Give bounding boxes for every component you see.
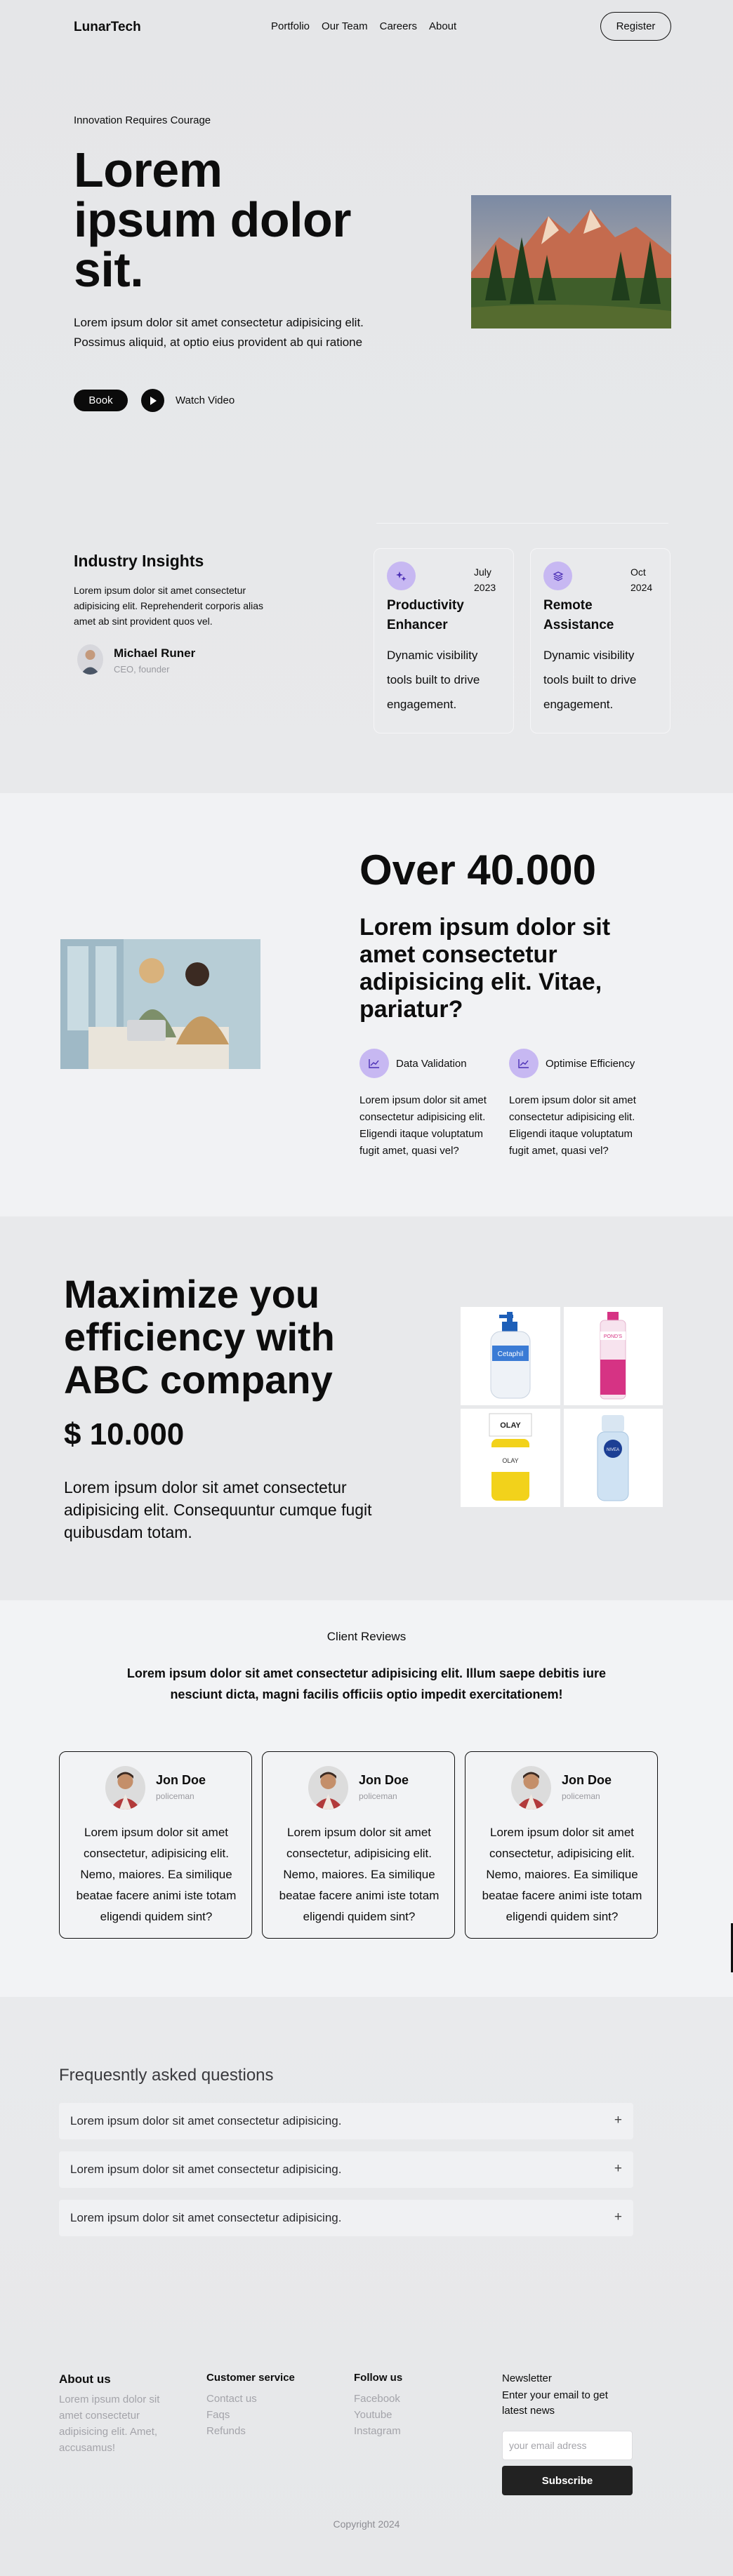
reviewer-role: policeman bbox=[156, 1791, 194, 1801]
nav-item-about[interactable]: About bbox=[429, 20, 456, 32]
hero-title: Lorem ipsum dolor sit. bbox=[74, 142, 352, 297]
insight-card-remote[interactable]: Oct 2024 Remote Assistance Dynamic visib… bbox=[530, 548, 671, 733]
avatar bbox=[511, 1766, 551, 1810]
faq-question: Lorem ipsum dolor sit amet consectetur a… bbox=[70, 2211, 342, 2224]
reviewer-name: Jon Doe bbox=[562, 1773, 612, 1787]
review-card: Jon Doe policeman Lorem ipsum dolor sit … bbox=[262, 1751, 455, 1939]
feature-label: Data Validation bbox=[396, 1057, 467, 1070]
svg-text:POND'S: POND'S bbox=[604, 1334, 623, 1339]
play-video-button[interactable] bbox=[141, 389, 164, 412]
avatar bbox=[77, 644, 103, 675]
faq-item[interactable]: Lorem ipsum dolor sit amet consectetur a… bbox=[59, 2200, 633, 2236]
team-photo-image bbox=[60, 939, 260, 1069]
footer-about-title: About us bbox=[59, 2372, 111, 2386]
stats-number: Over 40.000 bbox=[359, 847, 596, 894]
svg-text:Cetaphil: Cetaphil bbox=[497, 1350, 523, 1358]
main-nav: Portfolio Our Team Careers About bbox=[271, 20, 456, 32]
nav-item-our-team[interactable]: Our Team bbox=[322, 20, 368, 32]
product-title: Maximize you efficiency with ABC company bbox=[64, 1272, 335, 1402]
card-title: Productivity Enhancer bbox=[387, 598, 464, 632]
layers-icon bbox=[543, 562, 572, 590]
feature-data-validation: Data Validation bbox=[359, 1049, 467, 1078]
review-card: Jon Doe policeman Lorem ipsum dolor sit … bbox=[465, 1751, 658, 1939]
plus-icon[interactable]: + bbox=[614, 2210, 622, 2225]
review-card: Jon Doe policeman Lorem ipsum dolor sit … bbox=[59, 1751, 252, 1939]
review-text: Lorem ipsum dolor sit amet consectetur, … bbox=[482, 1826, 642, 1923]
logo[interactable]: LunarTech bbox=[74, 20, 141, 35]
watch-video-link[interactable]: Watch Video bbox=[176, 394, 235, 406]
register-button[interactable]: Register bbox=[600, 12, 671, 41]
chart-line-icon bbox=[509, 1049, 539, 1078]
avatar bbox=[105, 1766, 145, 1810]
feature-description: Lorem ipsum dolor sit amet consectetur a… bbox=[509, 1094, 636, 1157]
copyright: Copyright 2024 bbox=[333, 2518, 400, 2530]
svg-text:OLAY: OLAY bbox=[502, 1457, 518, 1464]
hero-tagline: Innovation Requires Courage bbox=[74, 114, 211, 126]
reviewer-name: Jon Doe bbox=[156, 1773, 206, 1787]
newsletter-title: Newsletter bbox=[502, 2372, 552, 2384]
feature-label: Optimise Efficiency bbox=[546, 1057, 635, 1070]
footer-about-text: Lorem ipsum dolor sit amet consectetur a… bbox=[59, 2394, 160, 2454]
product-image-grid: Cetaphil POND'S OLAY OLAY NIVEA bbox=[461, 1307, 663, 1507]
feature-description: Lorem ipsum dolor sit amet consectetur a… bbox=[359, 1094, 487, 1157]
plus-icon[interactable]: + bbox=[614, 2113, 622, 2128]
footer-follow-title: Follow us bbox=[354, 2372, 403, 2384]
faq-question: Lorem ipsum dolor sit amet consectetur a… bbox=[70, 2163, 342, 2176]
plus-icon[interactable]: + bbox=[614, 2161, 622, 2177]
reviews-heading: Client Reviews bbox=[326, 1630, 407, 1643]
card-date: Oct 2024 bbox=[630, 566, 653, 593]
feature-optimise-efficiency: Optimise Efficiency bbox=[509, 1049, 635, 1078]
product-image-cetaphil: Cetaphil bbox=[461, 1307, 560, 1405]
review-text: Lorem ipsum dolor sit amet consectetur, … bbox=[279, 1826, 440, 1923]
reviewer-role: policeman bbox=[562, 1791, 600, 1801]
nav-item-portfolio[interactable]: Portfolio bbox=[271, 20, 310, 32]
avatar bbox=[308, 1766, 348, 1810]
footer-link-refunds[interactable]: Refunds bbox=[206, 2423, 246, 2439]
chart-line-icon bbox=[359, 1049, 389, 1078]
footer-link-faqs[interactable]: Faqs bbox=[206, 2407, 230, 2423]
footer-link-instagram[interactable]: Instagram bbox=[354, 2423, 401, 2439]
stats-subtitle: Lorem ipsum dolor sit amet consectetur a… bbox=[359, 914, 611, 1023]
insight-card-productivity[interactable]: July 2023 Productivity Enhancer Dynamic … bbox=[374, 548, 514, 733]
card-title: Remote Assistance bbox=[543, 598, 614, 632]
product-price: $ 10.000 bbox=[64, 1417, 185, 1452]
card-description: Dynamic visibility tools built to drive … bbox=[543, 649, 637, 711]
faq-item[interactable]: Lorem ipsum dolor sit amet consectetur a… bbox=[59, 2151, 633, 2188]
faq-question: Lorem ipsum dolor sit amet consectetur a… bbox=[70, 2114, 342, 2127]
footer-link-youtube[interactable]: Youtube bbox=[354, 2407, 392, 2423]
insights-title: Industry Insights bbox=[74, 552, 204, 570]
footer-link-facebook[interactable]: Facebook bbox=[354, 2391, 400, 2407]
email-input[interactable]: your email adress bbox=[502, 2431, 633, 2460]
hero-description: Lorem ipsum dolor sit amet consectetur a… bbox=[74, 316, 364, 349]
reviewer-role: policeman bbox=[359, 1791, 397, 1801]
review-text: Lorem ipsum dolor sit amet consectetur, … bbox=[76, 1826, 237, 1923]
faq-item[interactable]: Lorem ipsum dolor sit amet consectetur a… bbox=[59, 2103, 633, 2139]
reviews-lead: Lorem ipsum dolor sit amet consectetur a… bbox=[126, 1666, 607, 1701]
nav-item-careers[interactable]: Careers bbox=[380, 20, 417, 32]
sparkle-icon bbox=[387, 562, 416, 590]
card-description: Dynamic visibility tools built to drive … bbox=[387, 649, 480, 711]
svg-text:NIVEA: NIVEA bbox=[607, 1448, 619, 1452]
insights-description: Lorem ipsum dolor sit amet consectetur a… bbox=[74, 585, 264, 627]
product-image-nivea: NIVEA bbox=[563, 1409, 663, 1507]
footer-link-contact[interactable]: Contact us bbox=[206, 2391, 257, 2407]
faq-title: Frequesntly asked questions bbox=[59, 2066, 274, 2085]
card-date: July 2023 bbox=[474, 566, 496, 593]
svg-text:OLAY: OLAY bbox=[500, 1421, 521, 1430]
subscribe-button[interactable]: Subscribe bbox=[502, 2466, 633, 2495]
hero-landscape-image bbox=[471, 195, 671, 328]
book-button[interactable]: Book bbox=[74, 390, 128, 411]
newsletter-description: Enter your email to get latest news bbox=[502, 2389, 608, 2417]
product-image-ponds: POND'S bbox=[563, 1307, 663, 1405]
reviewer-name: Jon Doe bbox=[359, 1773, 409, 1787]
person-name: Michael Runer bbox=[114, 646, 196, 660]
product-image-olay: OLAY OLAY bbox=[461, 1409, 560, 1507]
section-divider bbox=[376, 523, 668, 524]
footer-service-title: Customer service bbox=[206, 2372, 295, 2384]
play-icon bbox=[150, 396, 157, 405]
person-role: CEO, founder bbox=[114, 664, 170, 675]
product-description: Lorem ipsum dolor sit amet consectetur a… bbox=[64, 1478, 372, 1541]
